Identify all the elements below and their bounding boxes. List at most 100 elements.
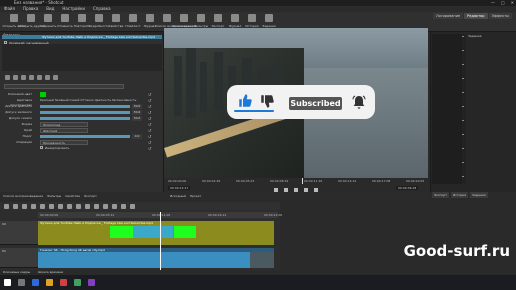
reset-icon[interactable]: ↺ (148, 122, 151, 127)
viewer-tab[interactable]: Проект (190, 192, 201, 200)
param-value[interactable]: 30.0 (132, 104, 142, 109)
timeline-ripple-all-icon[interactable] (103, 203, 108, 209)
param-slider[interactable] (40, 135, 130, 138)
timeline-overwrite-icon[interactable] (49, 203, 54, 209)
filter-param-row: Край Жёсткий ↺ (4, 128, 162, 133)
scrubber-playhead[interactable] (302, 178, 303, 184)
export-icon (214, 14, 222, 22)
scrubber-time-label: 00:00:00:00 (168, 179, 187, 183)
timeline-zoom-out-icon[interactable] (112, 203, 117, 209)
reset-icon[interactable]: ↺ (148, 128, 151, 133)
reset-icon[interactable]: ↺ (148, 146, 151, 151)
app-icon[interactable] (74, 279, 81, 286)
param-label: Край (24, 128, 32, 132)
key-color-swatch[interactable] (40, 92, 46, 97)
param-slider[interactable] (40, 111, 130, 114)
timeline-paste-icon[interactable] (31, 203, 36, 209)
windows-start-icon[interactable] (4, 279, 11, 286)
timeline-ruler-label: 00:00:11:00 (152, 213, 171, 217)
tab-editor[interactable]: Редактор (464, 13, 488, 19)
param-slider[interactable] (40, 117, 130, 120)
timeline-ripple-icon[interactable] (94, 203, 99, 209)
video-viewer[interactable]: Subscribed (164, 28, 428, 178)
checkbox-box[interactable] (40, 146, 43, 149)
param-dropdown[interactable]: Прозрачность (40, 140, 88, 145)
colorspace-radio[interactable]: Красный Зелёный Синий Оттенок Цветность … (40, 98, 136, 103)
dock-tab[interactable]: Список воспроизведения (3, 192, 43, 200)
right-tabs: Экспорт История Задания (432, 192, 516, 198)
log-icon (231, 14, 239, 22)
current-timecode[interactable]: 00:00:12:17 (168, 186, 191, 190)
open-file-icon (10, 14, 18, 22)
right-tab[interactable]: История (451, 192, 469, 198)
mode-tabs: Логирование Редактор Эффекты (432, 13, 512, 19)
dock-tab[interactable]: Свойства (65, 192, 80, 200)
paste-filter-icon[interactable] (29, 74, 34, 80)
invert-checkbox[interactable]: Инвертировать (40, 146, 69, 151)
deselect-filter-icon[interactable] (37, 74, 42, 80)
timeline-append-icon[interactable] (40, 203, 45, 209)
param-label: Ключевой цвет (7, 92, 32, 96)
timeline-cut-icon[interactable] (13, 203, 18, 209)
task-view-icon[interactable] (32, 279, 39, 286)
param-label: Порог (22, 134, 32, 138)
meter-tick (462, 148, 464, 149)
param-dropdown[interactable]: Жёсткий (40, 128, 88, 133)
preset-select[interactable] (4, 84, 124, 89)
filter-param-row: Операция Прозрачность ↺ (4, 140, 162, 145)
param-label: Допуск зелёного (5, 110, 32, 114)
param-dropdown[interactable]: Эллипсоид (40, 122, 88, 127)
timeline-playhead[interactable] (160, 212, 161, 270)
param-value[interactable]: 30.0 (132, 116, 142, 121)
timeline-scrub-icon[interactable] (85, 203, 90, 209)
move-down-icon[interactable] (53, 74, 58, 80)
remove-filter-icon[interactable] (13, 74, 18, 80)
explorer-icon[interactable] (46, 279, 53, 286)
meter-tick (462, 78, 464, 79)
timeline-snap-icon[interactable] (76, 203, 81, 209)
dock-tab[interactable]: Экспорт (84, 192, 97, 200)
reset-icon[interactable]: ↺ (148, 134, 151, 139)
tab-effects[interactable]: Эффекты (488, 13, 512, 19)
reset-icon[interactable]: ↺ (148, 104, 151, 109)
dock-tab[interactable]: Фильтры (47, 192, 61, 200)
viewer-tab[interactable]: Исходный (170, 192, 186, 200)
add-filter-icon[interactable] (5, 74, 10, 80)
browser-icon[interactable] (60, 279, 67, 286)
reset-icon[interactable]: ↺ (148, 140, 151, 145)
meter-tick (462, 36, 464, 37)
timeline-ruler[interactable]: 00:00:00:00 00:00:05:12 00:00:11:00 00:00:1… (38, 212, 282, 218)
right-tab[interactable]: Задания (470, 192, 488, 198)
redo-icon (78, 14, 86, 22)
reset-icon[interactable]: ↺ (148, 92, 151, 97)
search-icon[interactable] (18, 279, 25, 286)
param-slider[interactable] (40, 105, 130, 108)
timeline-zoom-fit-icon[interactable] (130, 203, 135, 209)
track-header-v2[interactable]: V2 (0, 221, 38, 245)
properties-icon (112, 14, 120, 22)
timeline-split-icon[interactable] (67, 203, 72, 209)
tab-logging[interactable]: Логирование (432, 13, 464, 19)
meter-tick (462, 106, 464, 107)
reset-icon[interactable]: ↺ (148, 110, 151, 115)
filter-list (2, 44, 162, 71)
param-label: Форма (21, 122, 32, 126)
meter-tick (462, 92, 464, 93)
param-value[interactable]: 0.0 (132, 134, 142, 139)
param-value[interactable]: 30.0 (132, 110, 142, 115)
clip-v2-thumb-2 (133, 226, 173, 238)
reset-icon[interactable]: ↺ (148, 98, 151, 103)
right-tab[interactable]: Экспорт (432, 192, 450, 198)
shotcut-icon[interactable] (88, 279, 95, 286)
meter-tick (462, 176, 464, 177)
reset-icon[interactable]: ↺ (148, 116, 151, 121)
timeline-zoom-in-icon[interactable] (121, 203, 126, 209)
move-up-icon[interactable] (45, 74, 50, 80)
playlist-icon (129, 14, 137, 22)
copy-filter-icon[interactable] (21, 74, 26, 80)
timeline-menu-icon[interactable] (4, 203, 9, 209)
timeline-lift-icon[interactable] (58, 203, 63, 209)
timeline-copy-icon[interactable] (22, 203, 27, 209)
info-icon (95, 14, 103, 22)
track-header-v1[interactable]: V1 (0, 248, 38, 268)
